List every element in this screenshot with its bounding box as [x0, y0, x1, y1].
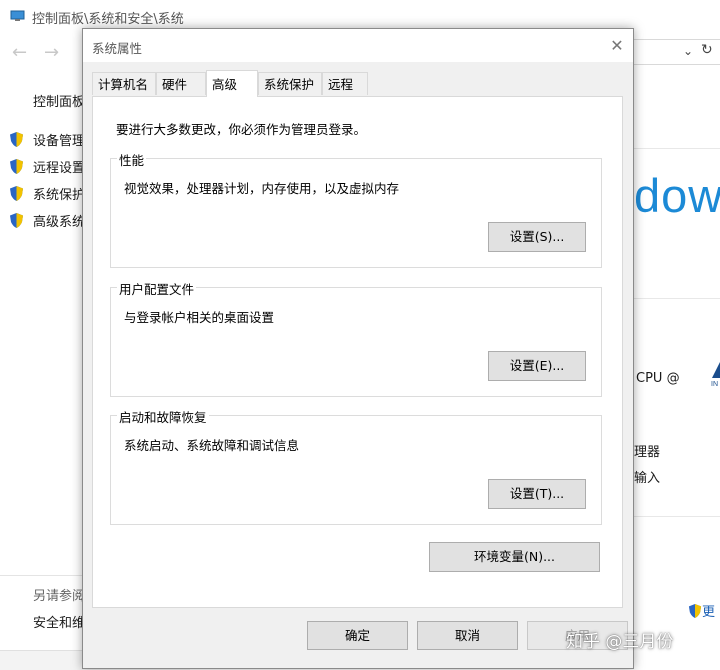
- dialog-titlebar[interactable]: 系统属性 ✕: [83, 29, 633, 62]
- intel-logo-icon: IN: [710, 360, 720, 388]
- group-title: 启动和故障恢复: [117, 407, 209, 426]
- windows-logo-text: dow: [634, 169, 720, 222]
- security-maintenance-link[interactable]: 安全和维: [33, 612, 85, 631]
- admin-note: 要进行大多数更改，你必须作为管理员登录。: [116, 122, 367, 137]
- processor-info: 理器: [634, 445, 661, 460]
- shield-icon: [9, 158, 24, 175]
- dialog-title: 系统属性: [92, 41, 143, 56]
- environment-variables-button[interactable]: 环境变量(N)...: [429, 542, 600, 572]
- sidebar-item-system-protection[interactable]: 系统保护: [33, 184, 85, 203]
- tab-computer-name[interactable]: 计算机名: [92, 72, 156, 95]
- back-arrow-icon[interactable]: ←: [12, 42, 27, 63]
- cpu-info: CPU @: [636, 371, 680, 386]
- user-profiles-settings-button[interactable]: 设置(E)...: [488, 351, 586, 381]
- system-properties-dialog: 系统属性 ✕ 计算机名 硬件 高级 系统保护 远程 要进行大多数更改，你必须作为…: [82, 28, 634, 669]
- shield-icon: [9, 212, 24, 229]
- group-description: 视觉效果，处理器计划，内存使用，以及虚拟内存: [124, 181, 400, 196]
- breadcrumb: 控制面板\系统和安全\系统: [32, 12, 184, 27]
- cancel-button[interactable]: 取消: [417, 621, 518, 650]
- ok-button[interactable]: 确定: [307, 621, 408, 650]
- sidebar-item-device-manager[interactable]: 设备管理: [33, 130, 85, 149]
- tab-advanced[interactable]: 高级: [206, 70, 258, 97]
- group-description: 系统启动、系统故障和调试信息: [124, 438, 300, 453]
- watermark: 知乎 @三月份: [566, 632, 674, 652]
- divider: [0, 575, 82, 576]
- shield-icon: [9, 131, 24, 148]
- sidebar-item-advanced-settings[interactable]: 高级系统: [33, 211, 85, 230]
- advanced-tab-panel: 要进行大多数更改，你必须作为管理员登录。 性能 视觉效果，处理器计划，内存使用，…: [92, 96, 623, 608]
- group-title: 性能: [117, 150, 147, 169]
- sidebar-item-remote-settings[interactable]: 远程设置: [33, 157, 85, 176]
- startup-recovery-group: 启动和故障恢复 系统启动、系统故障和调试信息 设置(T)...: [110, 407, 602, 525]
- chevron-down-icon[interactable]: ⌄: [683, 44, 693, 58]
- divider: [632, 298, 720, 299]
- control-panel-home-link[interactable]: 控制面板: [33, 91, 85, 110]
- change-settings-link[interactable]: 更: [688, 601, 715, 620]
- performance-settings-button[interactable]: 设置(S)...: [488, 222, 586, 252]
- pen-touch-info: 输入: [634, 471, 661, 486]
- shield-icon: [688, 604, 702, 618]
- group-title: 用户配置文件: [117, 279, 197, 298]
- group-description: 与登录帐户相关的桌面设置: [124, 310, 275, 325]
- see-also-heading: 另请参阅: [33, 589, 86, 604]
- startup-recovery-settings-button[interactable]: 设置(T)...: [488, 479, 586, 509]
- tab-system-protection[interactable]: 系统保护: [258, 72, 322, 95]
- user-profiles-group: 用户配置文件 与登录帐户相关的桌面设置 设置(E)...: [110, 279, 602, 397]
- close-icon[interactable]: ✕: [603, 33, 631, 59]
- refresh-icon[interactable]: ↻: [701, 42, 713, 58]
- divider: [632, 516, 720, 517]
- computer-icon: [10, 10, 25, 22]
- performance-group: 性能 视觉效果，处理器计划，内存使用，以及虚拟内存 设置(S)...: [110, 150, 602, 268]
- shield-icon: [9, 185, 24, 202]
- svg-text:IN: IN: [711, 381, 718, 388]
- tab-hardware[interactable]: 硬件: [156, 72, 206, 95]
- forward-arrow-icon[interactable]: →: [44, 42, 59, 63]
- change-settings-label: 更: [702, 605, 716, 620]
- tab-remote[interactable]: 远程: [322, 72, 368, 95]
- divider: [632, 148, 720, 149]
